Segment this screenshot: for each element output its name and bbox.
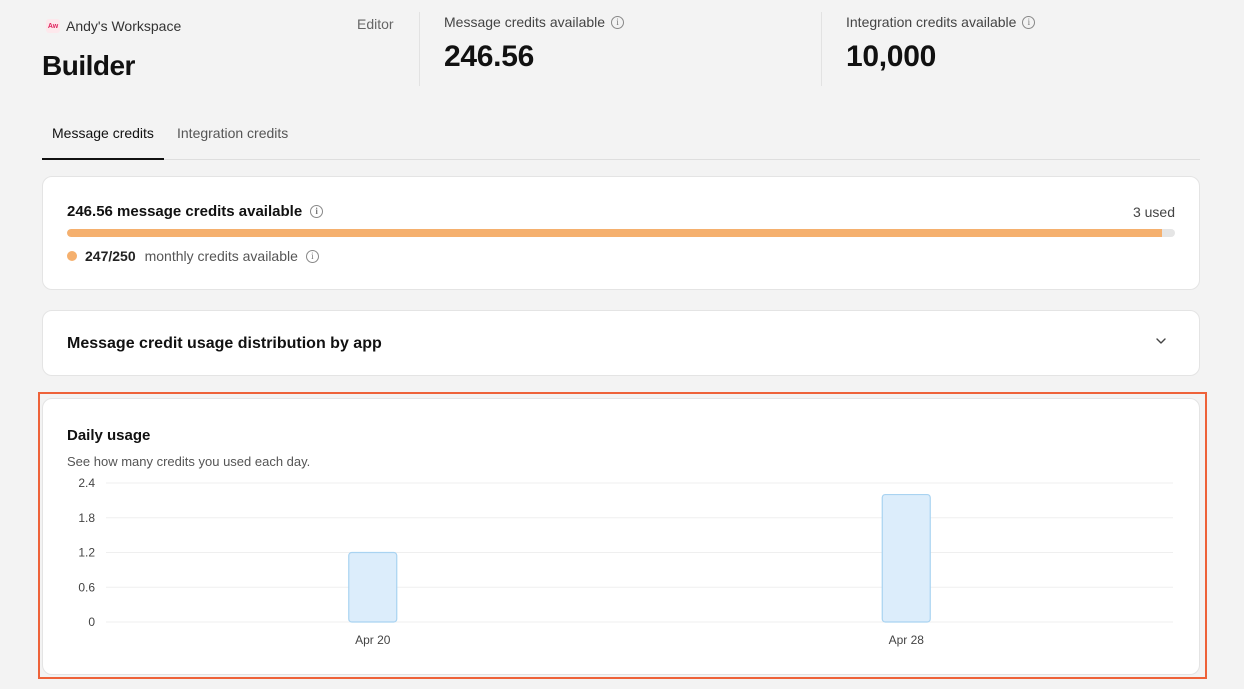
tab-integration-credits[interactable]: Integration credits [167, 112, 298, 159]
header-divider [821, 12, 822, 86]
distribution-title: Message credit usage distribution by app [67, 335, 382, 352]
billing-page: Aw Andy's Workspace Builder Editor Messa… [0, 0, 1244, 689]
metric-value: 10,000 [846, 40, 936, 73]
workspace-switcher[interactable]: Aw Andy's Workspace [46, 18, 181, 34]
info-icon[interactable]: i [1022, 15, 1036, 29]
info-icon[interactable]: i [611, 15, 625, 29]
chevron-down-icon[interactable] [1153, 333, 1169, 349]
credits-progress-fill [67, 229, 1162, 237]
message-credits-metric: Message credits available i 246.56 [444, 14, 625, 74]
info-icon[interactable]: i [310, 205, 324, 218]
legend-count: 247/250 [85, 248, 136, 264]
metric-label: Integration credits available [846, 14, 1017, 30]
role-label: Editor [357, 16, 394, 32]
message-credits-card: 246.56 message credits available i 3 use… [42, 176, 1200, 290]
credits-card-title: 246.56 message credits available [67, 203, 303, 220]
credits-legend: 247/250 monthly credits available i [67, 248, 319, 264]
info-icon[interactable]: i [305, 249, 319, 263]
metric-value: 246.56 [444, 40, 534, 73]
credits-used-count: 3 used [1132, 204, 1175, 220]
distribution-accordion[interactable]: Message credit usage distribution by app [42, 310, 1200, 376]
tab-message-credits[interactable]: Message credits [42, 112, 164, 160]
page-header: Aw Andy's Workspace Builder Editor Messa… [42, 12, 1200, 88]
page-title: Builder [42, 50, 135, 81]
legend-dot-icon [67, 251, 77, 261]
credit-tabs: Message credits Integration credits [42, 112, 1200, 160]
metric-label: Message credits available [444, 14, 606, 30]
workspace-name: Andy's Workspace [66, 18, 182, 34]
header-divider [419, 12, 420, 86]
legend-text: monthly credits available [144, 248, 298, 264]
credits-progress-bar [67, 229, 1175, 237]
workspace-logo-icon: Aw [46, 19, 60, 33]
highlight-box [38, 392, 1207, 679]
integration-credits-metric: Integration credits available i 10,000 [846, 14, 1036, 74]
